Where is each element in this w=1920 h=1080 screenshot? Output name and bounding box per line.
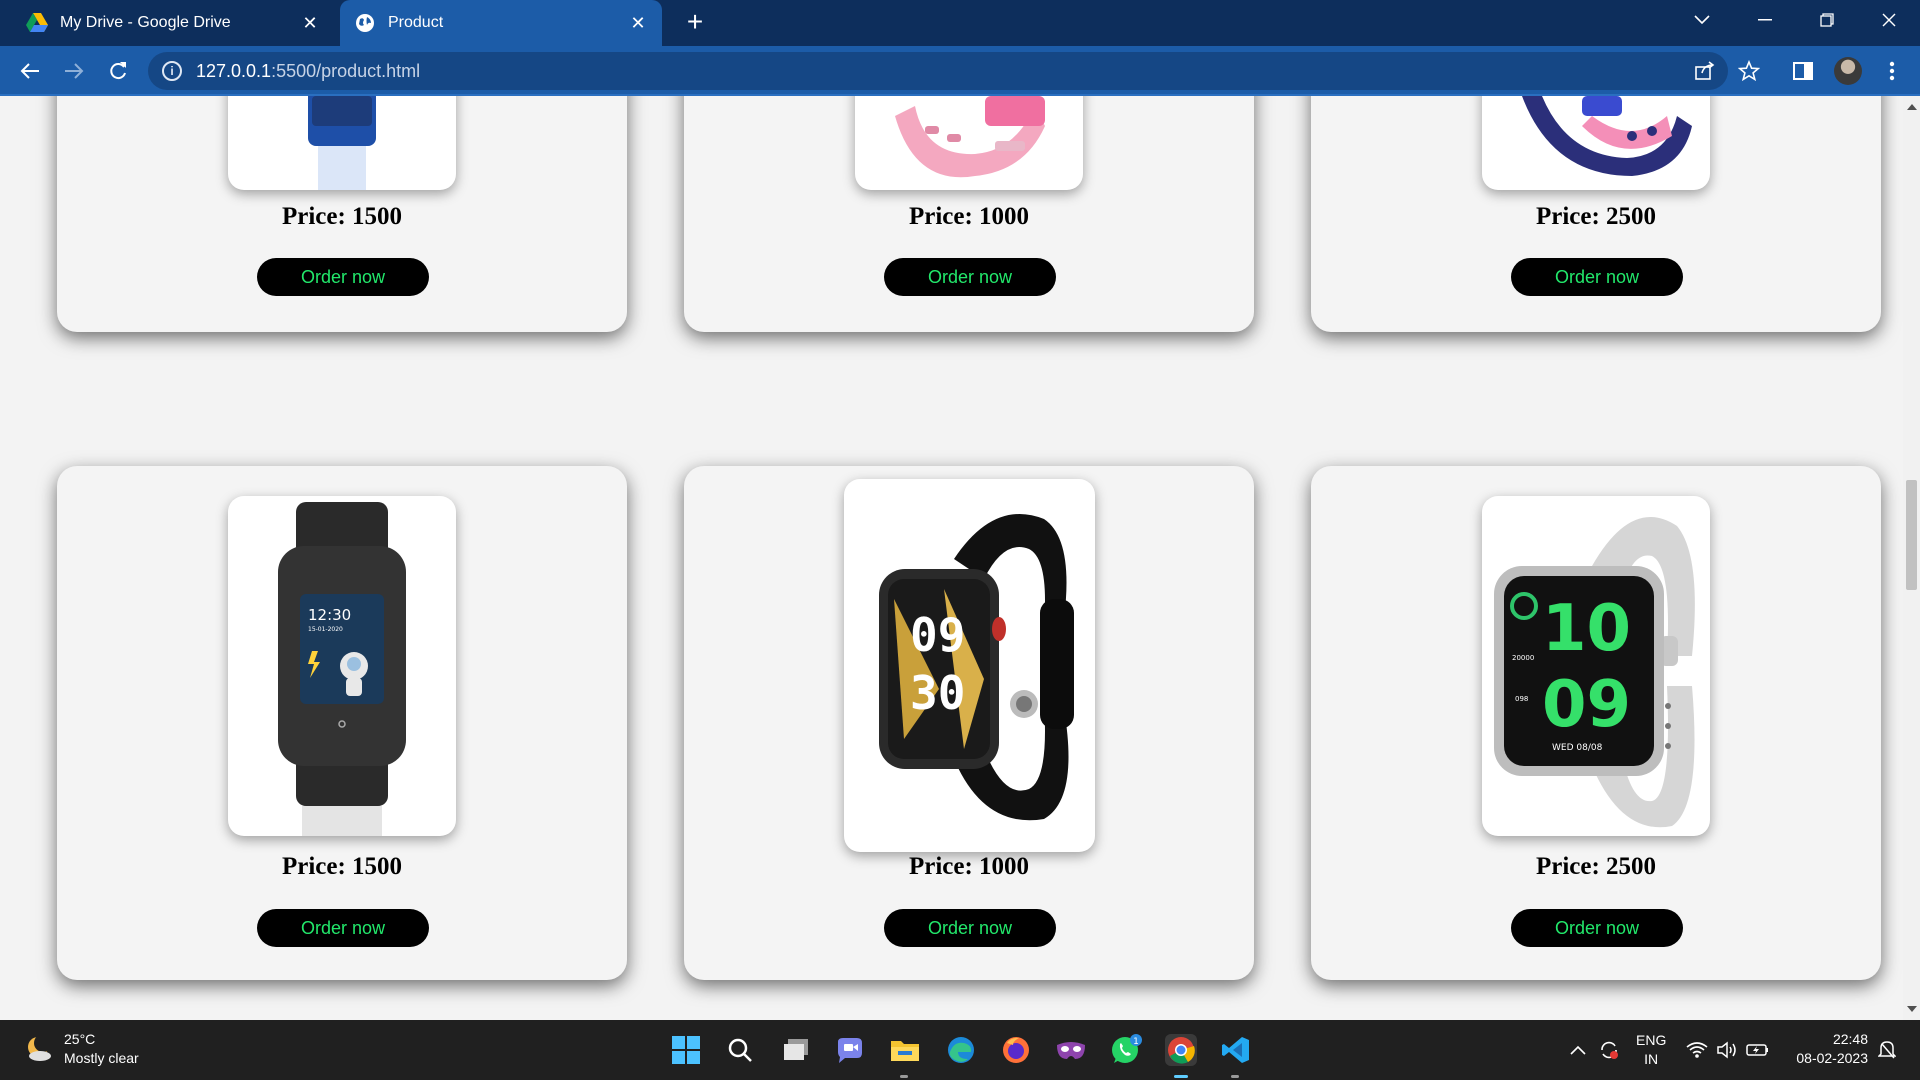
- clock-time: 22:48: [1832, 1031, 1868, 1047]
- battery-icon[interactable]: [1746, 1020, 1770, 1080]
- product-card: Price: 1500 Order now: [57, 96, 627, 332]
- order-now-button[interactable]: Order now: [1511, 909, 1683, 947]
- product-price: Price: 1500: [281, 853, 403, 880]
- windows-taskbar: 25°C Mostly clear 1 ENG IN 22:48 08-02-2…: [0, 1020, 1920, 1080]
- product-price: Price: 2500: [1535, 853, 1657, 880]
- product-price: Price: 1500: [281, 203, 403, 230]
- new-tab-button[interactable]: +: [680, 8, 710, 38]
- watch-heart-rate: 098: [1515, 695, 1528, 703]
- browser-tab-strip: My Drive - Google Drive ✕ Product ✕ +: [0, 0, 1920, 46]
- scroll-down-arrow-icon[interactable]: [1907, 1006, 1917, 1012]
- windows-start-icon[interactable]: [670, 1034, 702, 1066]
- back-button[interactable]: [14, 55, 46, 87]
- profile-avatar[interactable]: [1834, 57, 1862, 85]
- watch-date: WED 08/08: [1552, 743, 1603, 753]
- watch-time: 12:30: [308, 606, 351, 624]
- url-host: 127.0.0.1: [196, 60, 272, 81]
- incognito-mask-icon[interactable]: [1055, 1034, 1087, 1066]
- tab-product[interactable]: Product ✕: [340, 0, 662, 46]
- order-now-button[interactable]: Order now: [257, 258, 429, 296]
- product-image-blue-kids-smartwatch[interactable]: [228, 96, 456, 190]
- page-scrollbar[interactable]: [1903, 96, 1920, 1020]
- order-now-button[interactable]: Order now: [884, 909, 1056, 947]
- whatsapp-badge: 1: [1133, 1037, 1139, 1047]
- tab-google-drive[interactable]: My Drive - Google Drive ✕: [12, 0, 334, 46]
- page-viewport: Price: 1500 Order now Price: 1000 Order …: [0, 96, 1903, 1020]
- sync-icon[interactable]: [1598, 1020, 1620, 1080]
- active-app-indicator: [1174, 1075, 1188, 1078]
- watch-steps: 20000: [1512, 654, 1534, 662]
- teams-chat-icon[interactable]: [834, 1034, 866, 1066]
- task-view-icon[interactable]: [780, 1034, 812, 1066]
- file-explorer-icon[interactable]: [889, 1034, 921, 1066]
- keyboard-region: IN: [1644, 1051, 1659, 1067]
- product-card: Price: 1000 Order now: [684, 96, 1254, 332]
- product-card: Price: 2500 Order now: [1311, 96, 1881, 332]
- close-icon[interactable]: ✕: [300, 13, 320, 33]
- search-icon[interactable]: [724, 1034, 756, 1066]
- product-image-pink-smartwatch[interactable]: [855, 96, 1083, 190]
- globe-icon: [354, 12, 376, 34]
- firefox-icon[interactable]: [1000, 1034, 1032, 1066]
- product-image-pink-navy-smartwatch[interactable]: [1482, 96, 1710, 190]
- watch-date: 15-01-2020: [308, 626, 343, 633]
- tab-title: My Drive - Google Drive: [60, 14, 231, 31]
- vscode-icon[interactable]: [1220, 1034, 1252, 1066]
- side-panel-icon[interactable]: [1787, 55, 1819, 87]
- order-now-button[interactable]: Order now: [884, 258, 1056, 296]
- google-drive-icon: [26, 12, 48, 34]
- language-indicator[interactable]: ENG IN: [1636, 1020, 1666, 1080]
- close-icon[interactable]: ✕: [628, 13, 648, 33]
- watch-minute: 30: [910, 666, 965, 720]
- info-icon[interactable]: i: [162, 61, 182, 81]
- product-price: Price: 1000: [908, 203, 1030, 230]
- product-image-black-kids-smartwatch[interactable]: 12:30 15-01-2020: [228, 496, 456, 836]
- minimize-button[interactable]: [1740, 0, 1790, 40]
- tab-title: Product: [388, 14, 444, 31]
- share-icon[interactable]: [1689, 55, 1721, 87]
- url-path: :5500/product.html: [271, 60, 421, 81]
- bookmark-star-icon[interactable]: [1733, 55, 1765, 87]
- clock-date: 08-02-2023: [1796, 1050, 1868, 1066]
- order-now-button[interactable]: Order now: [1511, 258, 1683, 296]
- product-image-black-smartwatch[interactable]: 09 30: [844, 479, 1095, 852]
- whatsapp-icon[interactable]: 1: [1110, 1034, 1142, 1066]
- product-card: 12:30 15-01-2020 Price: 1500 Order now: [57, 466, 627, 980]
- scroll-thumb[interactable]: [1906, 480, 1917, 590]
- product-card: 10 09 20000 098 WED 08/08 Price: 2500 Or…: [1311, 466, 1881, 980]
- product-image-white-smartwatch[interactable]: 10 09 20000 098 WED 08/08: [1482, 496, 1710, 836]
- product-card: 09 30 Price: 1000 Order now: [684, 466, 1254, 980]
- weather-widget[interactable]: 25°C Mostly clear: [24, 1030, 139, 1068]
- tray-chevron-icon[interactable]: [1570, 1020, 1586, 1080]
- scroll-up-arrow-icon[interactable]: [1907, 104, 1917, 110]
- wifi-icon[interactable]: [1686, 1020, 1708, 1080]
- watch-hour: 10: [1542, 592, 1631, 666]
- tab-search-icon[interactable]: [1677, 0, 1727, 40]
- edge-browser-icon[interactable]: [945, 1034, 977, 1066]
- language-code: ENG: [1636, 1032, 1667, 1048]
- watch-hour: 09: [910, 608, 965, 662]
- menu-kebab-icon[interactable]: [1876, 55, 1908, 87]
- volume-icon[interactable]: [1716, 1020, 1738, 1080]
- weather-temperature: 25°C: [64, 1031, 96, 1047]
- order-now-button[interactable]: Order now: [257, 909, 429, 947]
- reload-button[interactable]: [102, 55, 134, 87]
- address-bar[interactable]: i 127.0.0.1:5500/product.html: [148, 52, 1728, 90]
- product-price: Price: 2500: [1535, 203, 1657, 230]
- weather-description: Mostly clear: [64, 1050, 139, 1066]
- watch-minute: 09: [1542, 668, 1631, 742]
- chrome-icon[interactable]: [1165, 1034, 1197, 1066]
- restore-button[interactable]: [1802, 0, 1852, 40]
- open-app-indicator: [1231, 1075, 1239, 1078]
- close-window-button[interactable]: [1864, 0, 1914, 40]
- forward-button[interactable]: [58, 55, 90, 87]
- system-clock[interactable]: 22:48 08-02-2023: [1786, 1030, 1868, 1068]
- browser-toolbar: i 127.0.0.1:5500/product.html: [0, 46, 1920, 96]
- product-price: Price: 1000: [908, 853, 1030, 880]
- moon-cloud-icon: [28, 1034, 52, 1061]
- open-app-indicator: [900, 1075, 908, 1078]
- notification-bell-icon[interactable]: [1878, 1020, 1896, 1080]
